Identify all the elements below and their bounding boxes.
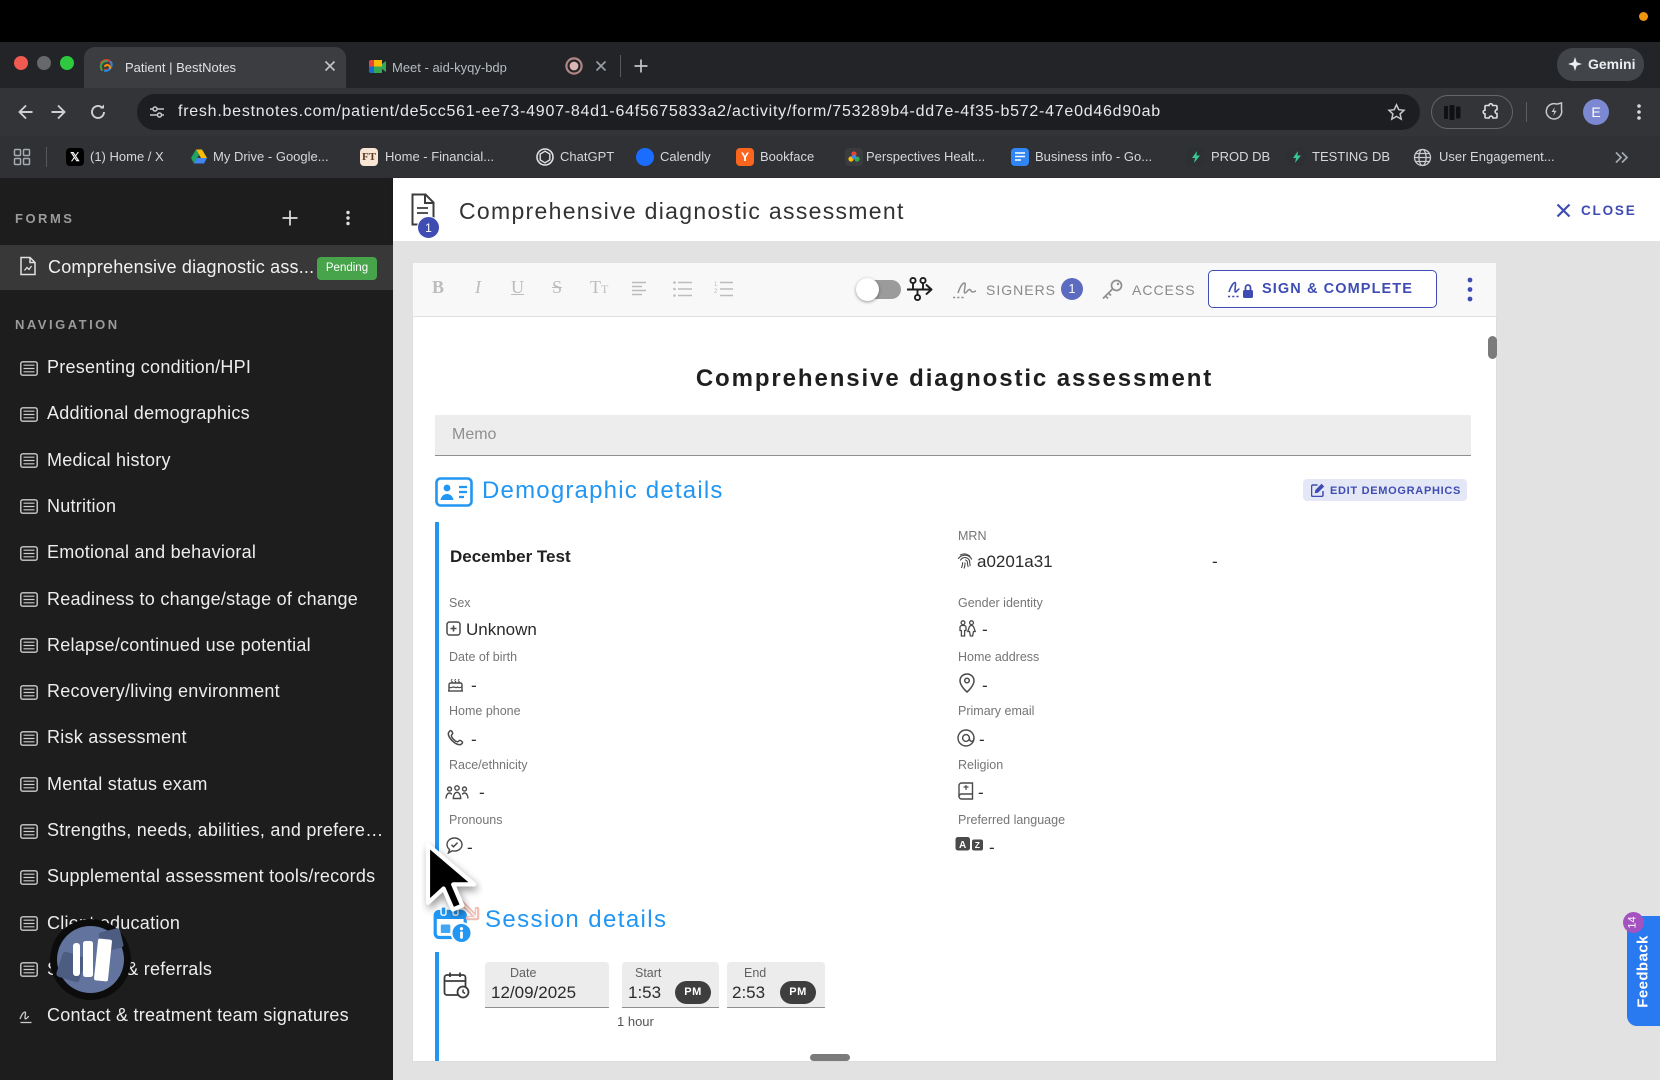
svg-text:Z: Z <box>975 840 980 850</box>
svg-text:A: A <box>959 840 966 851</box>
svg-text:2: 2 <box>714 289 718 295</box>
svg-text:1: 1 <box>714 282 718 288</box>
